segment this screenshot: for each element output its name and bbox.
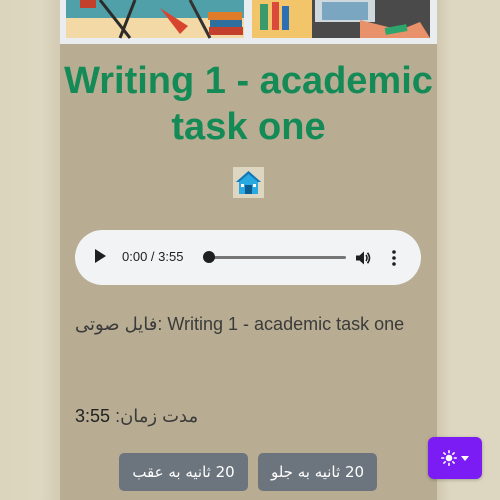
file-name: Writing 1 - academic task one [167, 314, 405, 334]
theme-toggle-button[interactable] [428, 437, 482, 479]
duration-value: 3:55 [75, 406, 111, 426]
volume-icon[interactable] [354, 249, 372, 267]
duration-label: مدت زمان: [115, 406, 199, 426]
file-label: فایل صوتی: [75, 314, 163, 334]
audio-player: 0:00 / 3:55 [75, 230, 421, 285]
banner-illustration [60, 0, 437, 44]
page-margin-left [0, 0, 60, 500]
page-margin-right [437, 0, 500, 500]
content-card: Writing 1 - academic task one 0:00 / 3:5… [60, 0, 437, 500]
time-display: 0:00 / 3:55 [122, 249, 184, 264]
duration-info: مدت زمان: 3:55 [75, 397, 421, 435]
page-title: Writing 1 - academic task one [64, 60, 433, 148]
progress-track[interactable] [208, 256, 346, 259]
home-icon [236, 171, 261, 194]
skip-forward-button[interactable]: 20 ثانیه به جلو [258, 453, 377, 491]
play-icon[interactable] [95, 249, 106, 263]
home-button[interactable] [233, 167, 264, 198]
file-info: فایل صوتی: Writing 1 - academic task one [75, 305, 421, 343]
skip-backward-button[interactable]: 20 ثانیه به عقب [119, 453, 248, 491]
more-options-icon[interactable] [390, 249, 398, 267]
progress-thumb[interactable] [203, 251, 215, 263]
chevron-down-icon [461, 456, 469, 461]
sun-icon [441, 450, 457, 466]
